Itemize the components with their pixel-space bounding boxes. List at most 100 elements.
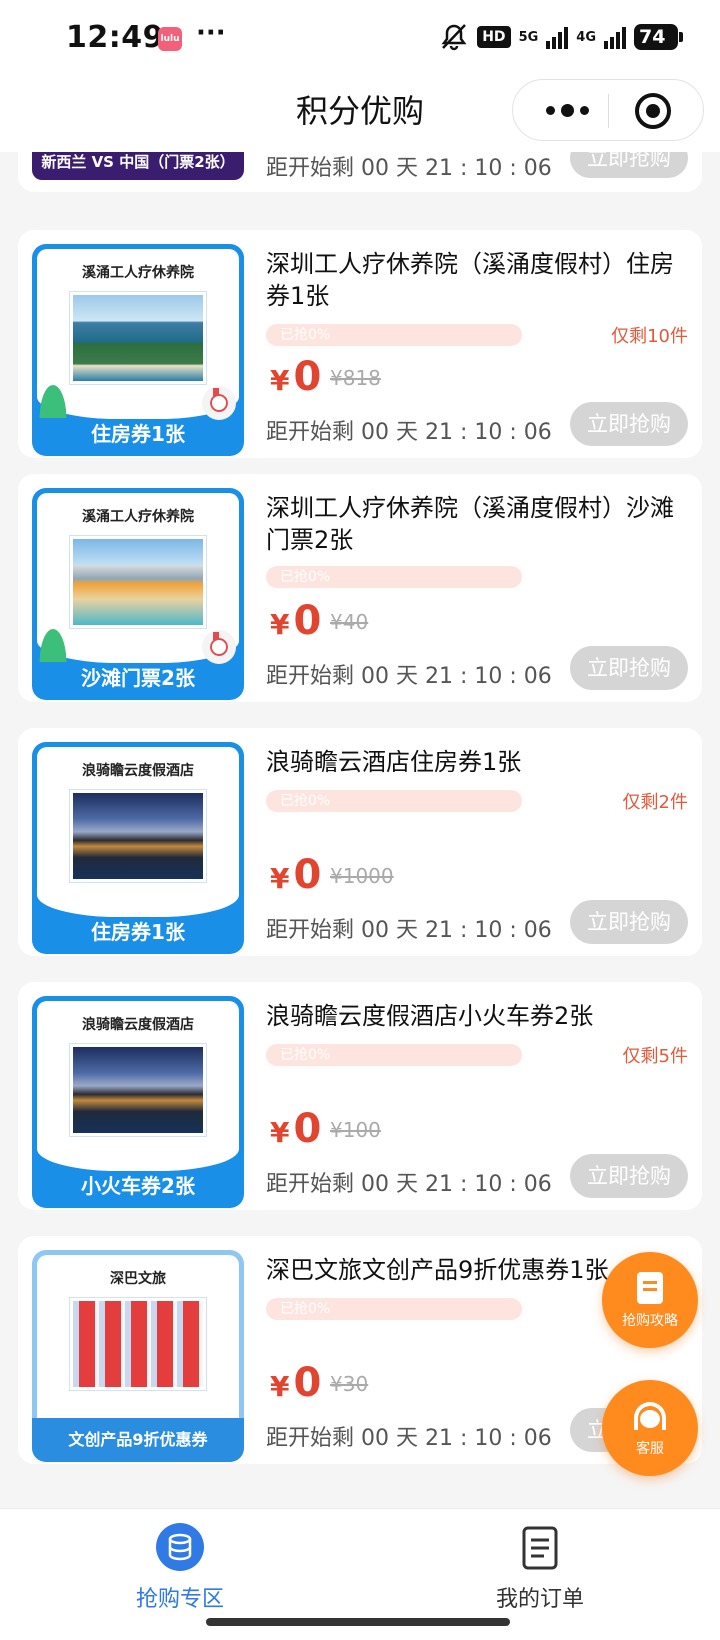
home-indicator[interactable] [206, 1618, 510, 1626]
buy-now-button[interactable]: 立即抢购 [570, 646, 688, 690]
thumbnail-band: 住房券1张 [91, 422, 185, 446]
countdown-text: 距开始剩 00 天 21 : 10 : 06 [266, 1172, 552, 1197]
countdown-text: 距开始剩 00 天 21 : 10 : 06 [266, 156, 552, 181]
currency-symbol: ¥ [270, 1116, 290, 1149]
product-card[interactable]: 浪骑瞻云度假酒店 小火车券2张 浪骑瞻云度假酒店小火车券2张 已抢0% 仅剩5件… [18, 982, 702, 1210]
stock-left: 仅剩10件 [611, 326, 688, 347]
thumbnail-title: 溪涌工人疗休养院 [82, 509, 194, 525]
more-notifications-icon: ··· [196, 18, 226, 48]
signal-4g-icon [604, 25, 626, 49]
sale-price: ¥0 [270, 354, 321, 400]
sale-price: ¥0 [270, 1106, 321, 1152]
signal-5g-icon [546, 25, 569, 49]
product-thumbnail: 溪涌工人疗休养院 住房券1张 [32, 244, 244, 456]
beach-photo [70, 536, 206, 628]
currency-symbol: ¥ [270, 1370, 290, 1403]
buy-now-button[interactable]: 立即抢购 [570, 1154, 688, 1198]
product-title: 浪骑瞻云酒店住房券1张 [266, 748, 522, 776]
shop-photo [70, 1298, 206, 1390]
purchase-guide-label: 抢购攻略 [622, 1313, 678, 1329]
product-card[interactable]: 溪涌工人疗休养院 沙滩门票2张 深圳工人疗休养院（溪涌度假村）沙滩门票2张 已抢… [18, 474, 702, 702]
product-title: 深圳工人疗休养院（溪涌度假村）住房券1张 [266, 250, 674, 310]
product-title: 浪骑瞻云度假酒店小火车券2张 [266, 1002, 594, 1030]
price-value: 0 [293, 1106, 322, 1152]
thumbnail-title: 浪骑瞻云度假酒店 [82, 763, 194, 779]
thumbnail-title: 深巴文旅 [110, 1271, 166, 1287]
product-title: 深圳工人疗休养院（溪涌度假村）沙滩门票2张 [266, 494, 674, 554]
sale-price: ¥0 [270, 1360, 321, 1406]
sold-progress-bar: 已抢0% [266, 1044, 522, 1066]
countdown-text: 距开始剩 00 天 21 : 10 : 06 [266, 664, 552, 689]
capsule-divider [608, 94, 609, 128]
countdown-text: 距开始剩 00 天 21 : 10 : 06 [266, 1426, 552, 1451]
original-price: ¥100 [330, 1118, 381, 1142]
tab-label: 我的订单 [495, 1587, 584, 1612]
product-thumbnail: 溪涌工人疗休养院 沙滩门票2张 [32, 488, 244, 700]
tab-label: 抢购专区 [135, 1587, 224, 1612]
close-miniprogram-icon[interactable] [635, 93, 671, 129]
hotel-photo [70, 1044, 206, 1136]
tab-purchase-zone[interactable]: 抢购专区 [80, 1523, 280, 1613]
ticket-badge: 新西兰 VS 中国（门票2张） [32, 152, 244, 180]
customer-service-button[interactable]: 客服 [602, 1380, 698, 1476]
product-thumbnail: 深巴文旅 文创产品9折优惠券 [32, 1250, 244, 1462]
stock-left: 仅剩5件 [622, 1046, 688, 1067]
sale-price: ¥0 [270, 598, 321, 644]
sale-price: ¥0 [270, 852, 321, 898]
network-4g-label: 4G [576, 29, 596, 45]
product-thumbnail: 浪骑瞻云度假酒店 住房券1张 [32, 742, 244, 954]
thumbnail-band: 文创产品9折优惠券 [32, 1418, 244, 1462]
hd-badge: HD [477, 26, 511, 48]
currency-symbol: ¥ [270, 608, 290, 641]
bell-off-icon [441, 24, 467, 51]
price-value: 0 [293, 598, 322, 644]
product-card[interactable]: 深巴文旅 文创产品9折优惠券 深巴文旅文创产品9折优惠券1张 已抢0% ¥0 ¥… [18, 1236, 702, 1464]
price-value: 0 [293, 852, 322, 898]
resort-photo [70, 292, 206, 384]
more-menu-icon[interactable] [541, 92, 593, 128]
status-time: 12:49 [66, 20, 164, 55]
miniprogram-capsule [512, 79, 704, 141]
status-indicators: HD 5G 4G 74 [439, 22, 683, 52]
sold-progress-bar: 已抢0% [266, 566, 522, 588]
sold-progress-bar: 已抢0% [266, 790, 522, 812]
product-thumbnail: 浪骑瞻云度假酒店 小火车券2张 [32, 996, 244, 1208]
currency-symbol: ¥ [270, 364, 290, 397]
status-bar: 12:49 lulu ··· HD 5G 4G 74 [0, 0, 720, 76]
database-icon [156, 1523, 204, 1571]
sold-progress-bar: 已抢0% [266, 1298, 522, 1320]
thumbnail-band: 小火车券2张 [81, 1174, 195, 1198]
buy-now-button[interactable]: 立即抢购 [570, 152, 688, 178]
order-list-icon [522, 1526, 558, 1570]
original-price: ¥1000 [330, 864, 394, 888]
buy-now-button[interactable]: 立即抢购 [570, 402, 688, 446]
product-card-partial: 新西兰 VS 中国（门票2张） 距开始剩 00 天 21 : 10 : 06 立… [18, 152, 702, 192]
tab-my-orders[interactable]: 我的订单 [440, 1523, 640, 1613]
agent-face-icon [640, 1410, 660, 1428]
countdown-text: 距开始剩 00 天 21 : 10 : 06 [266, 420, 552, 445]
network-5g-label: 5G [518, 29, 539, 45]
buy-now-button[interactable]: 立即抢购 [570, 900, 688, 944]
customer-service-label: 客服 [636, 1441, 664, 1457]
hotel-photo [70, 790, 206, 882]
price-value: 0 [293, 1360, 322, 1406]
purchase-guide-button[interactable]: 抢购攻略 [602, 1252, 698, 1348]
sold-progress-bar: 已抢0% [266, 324, 522, 346]
battery-icon: 74 [634, 24, 683, 50]
nav-bar: 积分优购 [0, 76, 720, 152]
original-price: ¥30 [330, 1372, 369, 1396]
document-icon [637, 1272, 663, 1304]
countdown-text: 距开始剩 00 天 21 : 10 : 06 [266, 918, 552, 943]
thumbnail-title: 溪涌工人疗休养院 [82, 265, 194, 281]
original-price: ¥818 [330, 366, 381, 390]
thumbnail-band: 沙滩门票2张 [81, 666, 195, 690]
original-price: ¥40 [330, 610, 369, 634]
product-card[interactable]: 溪涌工人疗休养院 住房券1张 深圳工人疗休养院（溪涌度假村）住房券1张 已抢0%… [18, 230, 702, 458]
product-card[interactable]: 浪骑瞻云度假酒店 住房券1张 浪骑瞻云酒店住房券1张 已抢0% 仅剩2件 ¥0 … [18, 728, 702, 956]
price-value: 0 [293, 354, 322, 400]
thumbnail-title: 浪骑瞻云度假酒店 [82, 1017, 194, 1033]
stock-left: 仅剩2件 [622, 792, 688, 813]
thumbnail-band: 住房券1张 [91, 920, 185, 944]
app-notification-icon: lulu [158, 27, 182, 51]
currency-symbol: ¥ [270, 862, 290, 895]
